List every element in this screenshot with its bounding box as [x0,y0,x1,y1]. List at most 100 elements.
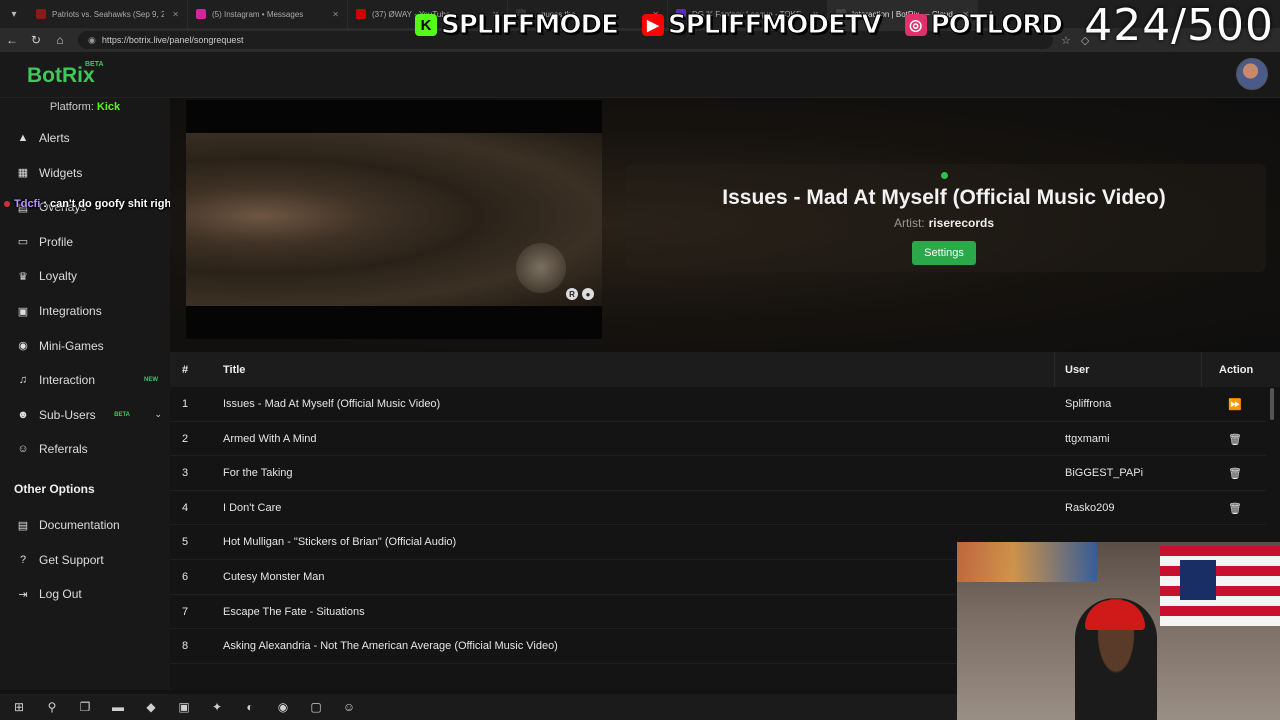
song-title: Escape The Fate - Situations [223,605,365,618]
chat-badge-icon [4,201,10,207]
trash-icon[interactable]: 🗑 [1228,433,1242,446]
sidebar-item-mini-games[interactable]: ◉ Mini-Games [0,331,170,361]
song-title: Hot Mulligan - "Stickers of Brian" (Offi… [223,536,457,549]
task-view-icon[interactable]: ❐ [74,697,96,717]
avatar[interactable] [1236,58,1268,90]
sidebar-item-alerts[interactable]: ▲ Alerts [0,123,170,153]
tab-close-icon[interactable]: ✕ [172,10,179,19]
tab-close-icon[interactable]: ✕ [332,10,339,19]
tab-favicon-icon [356,9,366,19]
flag-decoration [1160,546,1280,626]
trash-icon[interactable]: 🗑 [1228,502,1242,515]
tab-label: Patriots vs. Seahawks (Sep 9, 2026 [52,9,164,19]
song-title: Armed With A Mind [223,432,317,445]
row-number: 2 [182,432,189,445]
table-header: # Title User Action [170,352,1280,387]
app-icon-2[interactable]: ✦ [206,697,228,717]
tab-list-chevron-icon[interactable]: ▾ [0,0,28,28]
search-icon[interactable]: ⚲ [41,697,63,717]
row-number: 1 [182,398,189,410]
social-handle: SPLIFFMODE [441,10,620,41]
user-group-icon: ☺ [17,443,29,456]
instagram-icon: ◎ [904,14,927,36]
reload-icon[interactable]: ↻ [24,33,48,47]
social-handles-overlay: K SPLIFFMODE ▶ SPLIFFMODETV ◎ POTLORD [415,10,1082,41]
browser-tab[interactable]: Patriots vs. Seahawks (Sep 9, 2026 ✕ [28,0,188,28]
table-row: 2 Armed With A Mind ttgxmami 🗑 [170,422,1266,457]
sidebar-item-label: Integrations [39,304,102,318]
logout-icon: ⇥ [18,588,28,601]
table-row: 1 Issues - Mad At Myself (Official Music … [170,387,1266,422]
trophy-icon: ♛ [18,270,28,283]
back-arrow-icon[interactable]: ← [0,33,24,47]
app-icon-3[interactable]: ▢ [305,697,327,717]
sidebar: Platform: Kick ▲ Alerts ▦ Widgets ▤ Overlays ▭… [0,98,170,690]
obs-icon[interactable]: ◉ [272,697,294,717]
windows-start-icon[interactable]: ⊞ [8,697,30,717]
sidebar-item-label: Log Out [39,587,82,602]
video-light [516,243,566,293]
platform-label: Platform: [49,101,94,113]
video-watermarks: R ● [566,288,594,300]
column-number: # [182,364,189,376]
webcam-overlay [957,542,1280,720]
beta-badge: BETA [85,61,104,68]
song-title: I Don't Care [223,501,282,514]
music-icon: ♫ [18,374,28,387]
row-number: 3 [182,467,189,480]
sidebar-item-referrals[interactable]: ☺ Referrals [0,434,170,464]
sidebar-item-sub-users[interactable]: ☻ Sub-Users BETA ⌄ [0,400,170,430]
browser-tab[interactable]: (5) Instagram • Messages ✕ [188,0,348,28]
playing-status-dot [941,172,948,179]
sidebar-item-log-out[interactable]: ⇥ Log Out [0,579,170,609]
sidebar-item-get-support[interactable]: ? Get Support [0,545,170,575]
users-icon: ☻ [17,408,29,421]
sidebar-item-label: Documentation [39,518,120,532]
song-title: Issues - Mad At Myself (Official Music V… [223,398,441,410]
chat-username: Tdcfi [14,198,41,210]
chevron-down-icon[interactable]: ⌄ [154,409,162,420]
sidebar-item-profile[interactable]: ▭ Profile [0,227,170,257]
settings-button[interactable]: Settings [912,241,976,265]
requester-user: Spliffrona [1065,398,1112,410]
gamepad-icon: ◉ [18,340,28,353]
sidebar-item-widgets[interactable]: ▦ Widgets [0,158,170,188]
warning-icon: ▲ [17,132,29,144]
tab-label: (5) Instagram • Messages [212,9,304,19]
table-row: 4 I Don't Care Rasko209 🗑 [170,491,1266,526]
now-playing-panel: R ● Issues - Mad At Myself (Official Mus… [170,98,1280,352]
sidebar-item-integrations[interactable]: ▣ Integrations [0,296,170,326]
social-handle: SPLIFFMODETV [667,10,882,41]
requester-user: ttgxmami [1065,432,1110,445]
lock-icon: ◉ [88,34,96,45]
store-icon[interactable]: ▣ [173,697,195,717]
home-icon[interactable]: ⌂ [48,33,72,47]
sidebar-item-loyalty[interactable]: ♛ Loyalty [0,261,170,291]
platform-indicator: Platform: Kick [0,98,170,118]
artist-name: riserecords [928,216,995,230]
platform-value: Kick [96,101,121,113]
sidebar-item-label: Sub-Users [39,407,96,422]
sidebar-item-label: Mini-Games [39,338,104,353]
discord-icon[interactable]: ☺ [338,697,360,717]
video-player[interactable]: R ● [186,100,602,339]
box-icon: ▣ [17,305,29,318]
row-number: 7 [182,605,189,618]
file-explorer-icon[interactable]: ▬ [107,697,129,717]
edge-icon[interactable]: ◐ [239,697,261,717]
skip-forward-icon[interactable]: ⏩ [1228,398,1242,411]
tab-favicon-icon [196,9,206,19]
now-playing-artist: Artist: riserecords [626,216,1262,230]
tab-favicon-icon [36,9,46,19]
sidebar-item-label: Alerts [39,131,70,145]
sidebar-item-documentation[interactable]: ▤ Documentation [0,510,170,540]
scrollbar[interactable] [1270,388,1274,420]
row-number: 6 [182,571,189,583]
trash-icon[interactable]: 🗑 [1228,467,1242,480]
sidebar-item-interaction[interactable]: ♫ Interaction NEW [0,365,170,395]
sidebar-item-label: Referrals [39,442,88,457]
app-icon[interactable]: ◆ [140,697,162,717]
row-number: 5 [182,536,189,549]
column-title: Title [223,364,246,376]
song-title: Asking Alexandria - Not The American Ave… [223,640,558,653]
